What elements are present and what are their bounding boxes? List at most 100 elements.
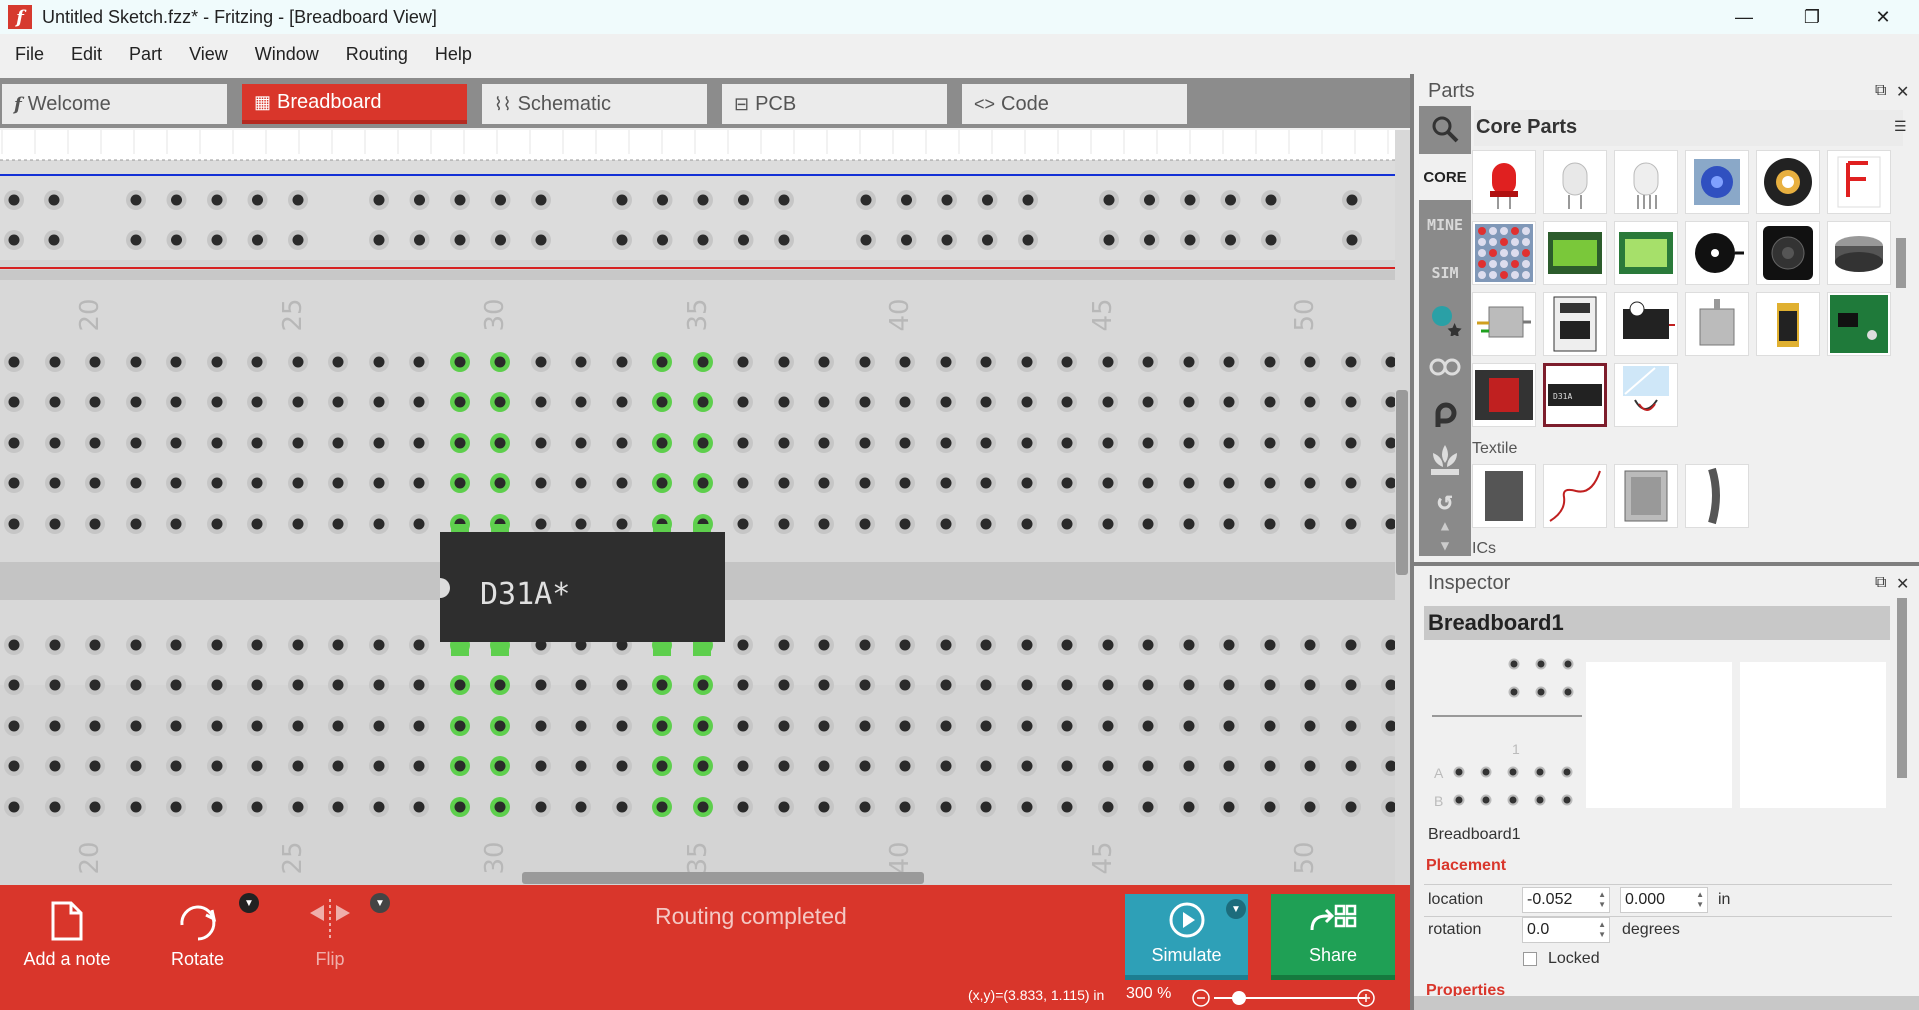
inspector-scroll-thumb[interactable]	[1897, 598, 1907, 778]
part-relay-module[interactable]	[1472, 363, 1536, 427]
minimize-button[interactable]: —	[1708, 0, 1780, 34]
part-graphic-lcd[interactable]	[1614, 221, 1678, 285]
flip-button[interactable]: Flip	[300, 893, 360, 970]
parts-panel-float-icon[interactable]: ⧉	[1875, 82, 1886, 100]
breadboard-hole	[166, 392, 186, 412]
part-motor-driver[interactable]	[1543, 292, 1607, 356]
part-textile-board[interactable]	[1614, 464, 1678, 528]
bin-tab-sim[interactable]: SIM	[1419, 250, 1471, 296]
menu-window[interactable]: Window	[244, 44, 330, 65]
bin-menu-icon[interactable]: ☰	[1894, 118, 1907, 135]
tab-breadboard[interactable]: ▦ Breadboard	[242, 84, 467, 124]
rotation-spin-icon[interactable]: ▲ ▼	[1598, 920, 1606, 940]
menu-part[interactable]: Part	[118, 44, 173, 65]
dock-splitter[interactable]	[1414, 562, 1919, 566]
locked-checkbox[interactable]	[1523, 952, 1537, 966]
part-lcd-display[interactable]	[1543, 221, 1607, 285]
snapvx-bin-icon[interactable]	[1419, 390, 1471, 436]
column-label: 45	[1088, 298, 1118, 331]
breadboard-hole	[733, 230, 754, 250]
simulate-dropdown-icon[interactable]: ▼	[1226, 899, 1246, 919]
part-buzzer[interactable]	[1685, 221, 1749, 285]
bin-scroll-up-icon[interactable]: ▲	[1419, 516, 1471, 536]
breadboard[interactable]: 20 20 25 25 30 30 35 35 40 40 45 45 50 50 D31A*	[0, 130, 1395, 885]
menu-view[interactable]: View	[178, 44, 239, 65]
arduino-bin-icon[interactable]	[1419, 344, 1471, 390]
breadboard-hole	[207, 514, 227, 534]
ic-chip[interactable]: D31A*	[440, 524, 725, 656]
matrix-dot	[1522, 271, 1530, 279]
location-x-input[interactable]: -0.052 ▲ ▼	[1522, 887, 1610, 913]
close-window-button[interactable]: ✕	[1847, 0, 1919, 34]
part-textile-thread[interactable]	[1543, 464, 1607, 528]
part-green-module[interactable]	[1827, 292, 1891, 356]
breadboard-hole	[126, 635, 146, 655]
search-bin-icon[interactable]	[1419, 106, 1471, 152]
location-x-spin-icon[interactable]: ▲ ▼	[1598, 890, 1606, 910]
tab-schematic[interactable]: ⌇⌇ Schematic	[482, 84, 707, 124]
breadboard-canvas[interactable]: 20 20 25 25 30 30 35 35 40 40 45 45 50 50 D31A*	[0, 130, 1395, 885]
inspector-float-icon[interactable]: ⧉	[1875, 574, 1886, 592]
breadboard-hole	[1260, 433, 1280, 453]
seeed-bin-icon[interactable]	[1419, 438, 1471, 484]
breadboard-hole	[409, 473, 429, 493]
inspector-close-icon[interactable]: ✕	[1896, 574, 1909, 594]
parts-panel-close-icon[interactable]: ✕	[1896, 82, 1909, 102]
menu-edit[interactable]: Edit	[60, 44, 113, 65]
breadboard-hole	[1057, 433, 1077, 453]
part-rgb-led[interactable]	[1614, 150, 1678, 214]
breadboard-hole	[855, 514, 875, 534]
adafruit-bin-icon[interactable]	[1419, 296, 1471, 342]
zoom-slider[interactable]	[1190, 987, 1410, 1009]
part-white-led[interactable]	[1543, 150, 1607, 214]
fritzing-f-icon: f	[14, 93, 22, 115]
rotate-button[interactable]: Rotate	[160, 893, 235, 970]
part-piezo[interactable]	[1827, 221, 1891, 285]
bin-scroll-down-icon[interactable]: ▼	[1419, 536, 1471, 556]
parts-scroll-thumb[interactable]	[1896, 238, 1906, 288]
tab-code[interactable]: <> Code	[962, 84, 1187, 124]
rotate-dropdown-icon[interactable]: ▼	[239, 893, 259, 913]
menu-routing[interactable]: Routing	[335, 44, 419, 65]
part-textile-conductive[interactable]	[1472, 464, 1536, 528]
breadboard-hole	[44, 230, 64, 250]
parts-bin-title: Core Parts	[1476, 116, 1578, 138]
part-blue-led-module[interactable]	[1685, 150, 1749, 214]
breadboard-hole	[450, 230, 470, 250]
inspector-breadboard-preview: 1 A B	[1432, 658, 1582, 809]
part-battery[interactable]	[1756, 292, 1820, 356]
location-y-spin-icon[interactable]: ▲ ▼	[1696, 890, 1704, 910]
flip-dropdown-icon[interactable]: ▼	[370, 893, 390, 913]
connected-hole	[693, 675, 713, 695]
part-led-matrix[interactable]	[1472, 221, 1536, 285]
part-breadboard-selected[interactable]: D31A	[1543, 363, 1607, 427]
part-red-led[interactable]	[1472, 150, 1536, 214]
menu-file[interactable]: File	[4, 44, 55, 65]
part-strip-sensor[interactable]	[1614, 363, 1678, 427]
part-seven-segment[interactable]	[1827, 150, 1891, 214]
bin-tab-mine[interactable]: MINE	[1419, 202, 1471, 248]
part-stepper-motor[interactable]	[1685, 292, 1749, 356]
share-button[interactable]: Share	[1271, 894, 1395, 980]
breadboard-hole	[247, 230, 268, 250]
connected-hole	[490, 797, 510, 817]
pcb-icon: ⊟	[734, 93, 750, 114]
tab-pcb[interactable]: ⊟ PCB	[722, 84, 947, 124]
canvas-horizontal-scroll-thumb[interactable]	[522, 872, 924, 884]
maximize-button[interactable]: ❐	[1776, 0, 1848, 34]
breadboard-hole	[531, 352, 551, 372]
bin-tab-core[interactable]: CORE	[1419, 154, 1471, 200]
part-speaker[interactable]	[1756, 221, 1820, 285]
canvas-vertical-scroll-thumb[interactable]	[1396, 390, 1408, 575]
location-y-input[interactable]: 0.000 ▲ ▼	[1620, 887, 1708, 913]
part-power-led[interactable]	[1756, 150, 1820, 214]
menu-help[interactable]: Help	[424, 44, 483, 65]
breadboard-hole	[1260, 716, 1280, 736]
rotation-input[interactable]: 0.0 ▲ ▼	[1522, 917, 1610, 943]
part-dc-motor[interactable]	[1472, 292, 1536, 356]
add-note-button[interactable]: Add a note	[22, 893, 112, 970]
bin-partial-icon[interactable]: ↺	[1419, 486, 1471, 516]
part-servo[interactable]	[1614, 292, 1678, 356]
part-textile-strap[interactable]	[1685, 464, 1749, 528]
tab-welcome[interactable]: f Welcome	[2, 84, 227, 124]
